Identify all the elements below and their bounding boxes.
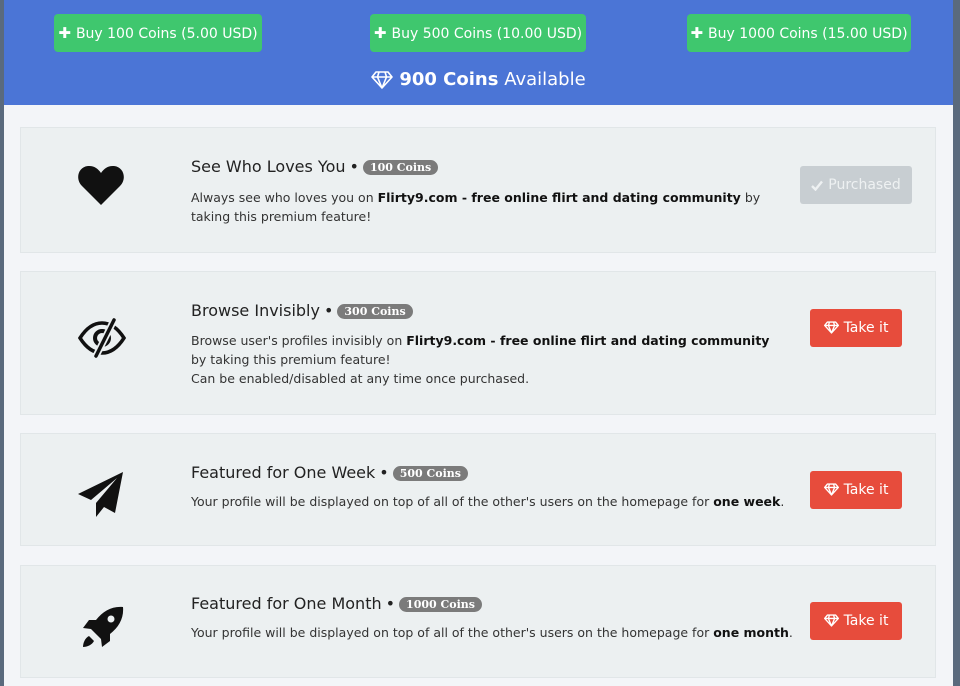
feature-card-see-who-loves-you: See Who Loves You • 100 Coins Always see w… <box>20 127 936 253</box>
eye-slash-icon <box>77 318 127 358</box>
plus-icon: ✚ <box>690 24 704 42</box>
coins-badge: 100 Coins <box>362 160 439 175</box>
heart-icon <box>78 165 124 205</box>
coin-store-header: ✚ Buy 100 Coins (5.00 USD) ✚ Buy 500 Coins… <box>4 0 953 105</box>
diamond-icon <box>823 321 839 334</box>
coins-badge: 300 Coins <box>337 304 413 319</box>
check-icon <box>811 180 824 192</box>
paper-plane-icon <box>78 472 123 517</box>
feature-title: See Who Loves You • 100 Coins <box>191 157 439 176</box>
buy-1000-coins-button[interactable]: ✚ Buy 1000 Coins (15.00 USD) <box>687 14 911 52</box>
coins-count: 900 Coins <box>399 69 499 90</box>
feature-title: Featured for One Week • 500 Coins <box>191 463 468 482</box>
feature-description: Your profile will be displayed on top of… <box>191 625 793 640</box>
rocket-icon <box>83 606 124 647</box>
take-it-button[interactable]: Take it <box>810 309 902 347</box>
feature-title: Browse Invisibly • 300 Coins <box>191 301 413 320</box>
diamond-icon <box>823 614 839 627</box>
coins-available-label: Available <box>504 69 586 90</box>
buy-100-coins-button[interactable]: ✚ Buy 100 Coins (5.00 USD) <box>54 14 262 52</box>
scrollbar-track[interactable] <box>953 0 960 686</box>
take-it-button[interactable]: Take it <box>810 471 902 509</box>
feature-title: Featured for One Month • 1000 Coins <box>191 594 482 613</box>
feature-card-browse-invisibly: Browse Invisibly • 300 Coins Browse user's… <box>20 271 936 415</box>
coins-badge: 1000 Coins <box>399 597 482 612</box>
feature-description: Browse user's profiles invisibly on Flir… <box>191 333 770 386</box>
feature-description: Your profile will be displayed on top of… <box>191 494 785 509</box>
take-it-button[interactable]: Take it <box>810 602 902 640</box>
purchased-button[interactable]: Purchased <box>800 166 912 204</box>
diamond-icon <box>371 71 394 89</box>
feature-card-featured-one-month: Featured for One Month • 1000 Coins Your p… <box>20 565 936 678</box>
coins-available: 900 Coins Available <box>4 66 953 94</box>
feature-card-featured-one-week: Featured for One Week • 500 Coins Your pro… <box>20 433 936 546</box>
plus-icon: ✚ <box>58 24 71 42</box>
feature-description: Always see who loves you on Flirty9.com … <box>191 190 761 224</box>
buy-500-coins-button[interactable]: ✚ Buy 500 Coins (10.00 USD) <box>370 14 586 52</box>
coins-badge: 500 Coins <box>392 466 468 481</box>
diamond-icon <box>823 483 839 496</box>
plus-icon: ✚ <box>373 24 387 42</box>
